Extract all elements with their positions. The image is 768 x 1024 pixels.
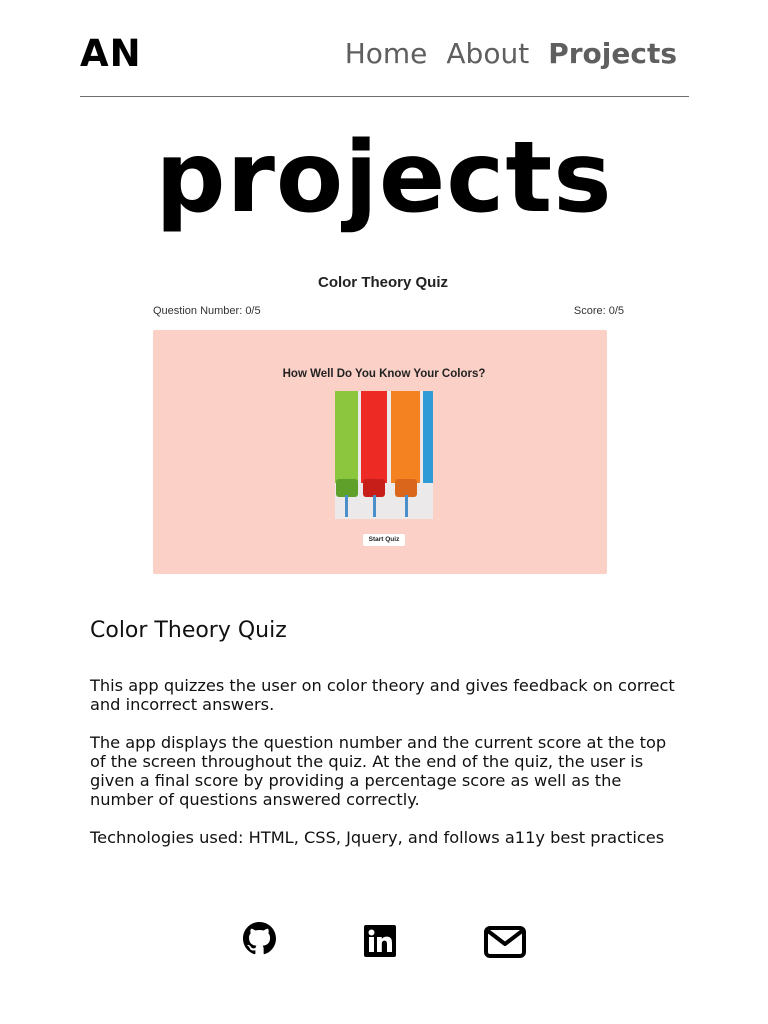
- linkedin-icon: [364, 925, 396, 957]
- github-icon: [243, 922, 276, 955]
- roller-handle: [373, 495, 376, 517]
- screenshot-quiz-panel: How Well Do You Know Your Colors? Start …: [153, 330, 607, 574]
- main-nav: Home About Projects: [345, 37, 677, 70]
- screenshot-quiz-heading: How Well Do You Know Your Colors?: [282, 368, 486, 380]
- site-logo[interactable]: AN: [80, 32, 142, 75]
- project-description: This app quizzes the user on color theor…: [90, 676, 680, 866]
- screenshot-start-quiz-button: Start Quiz: [363, 534, 405, 546]
- social-links: [0, 922, 768, 962]
- project-screenshot[interactable]: Color Theory Quiz Question Number: 0/5 S…: [152, 268, 624, 574]
- roller-handle: [345, 495, 348, 517]
- email-link[interactable]: [484, 926, 526, 963]
- nav-home-link[interactable]: Home: [345, 37, 428, 70]
- paint-rollers-image: [335, 391, 433, 519]
- screenshot-question-number: Question Number: 0/5: [153, 305, 261, 317]
- site-header: AN Home About Projects: [80, 26, 689, 97]
- description-paragraph: The app displays the question number and…: [90, 733, 667, 809]
- screenshot-app-title: Color Theory Quiz: [317, 274, 448, 291]
- linkedin-link[interactable]: [364, 925, 396, 962]
- screenshot-score: Score: 0/5: [573, 305, 624, 317]
- green-paint-stripe: [335, 391, 358, 483]
- description-paragraph: Technologies used: HTML, CSS, Jquery, an…: [90, 828, 665, 847]
- project-name: Color Theory Quiz: [90, 618, 287, 643]
- orange-paint-stripe: [391, 391, 420, 483]
- envelope-icon: [484, 926, 526, 958]
- roller-handle: [405, 495, 408, 517]
- nav-projects-link[interactable]: Projects: [548, 37, 677, 70]
- blue-paint-stripe: [423, 391, 433, 483]
- nav-about-link[interactable]: About: [446, 37, 529, 70]
- page-title: projects: [155, 121, 613, 235]
- github-link[interactable]: [243, 922, 276, 960]
- red-paint-stripe: [361, 391, 387, 483]
- description-paragraph: This app quizzes the user on color theor…: [90, 676, 675, 714]
